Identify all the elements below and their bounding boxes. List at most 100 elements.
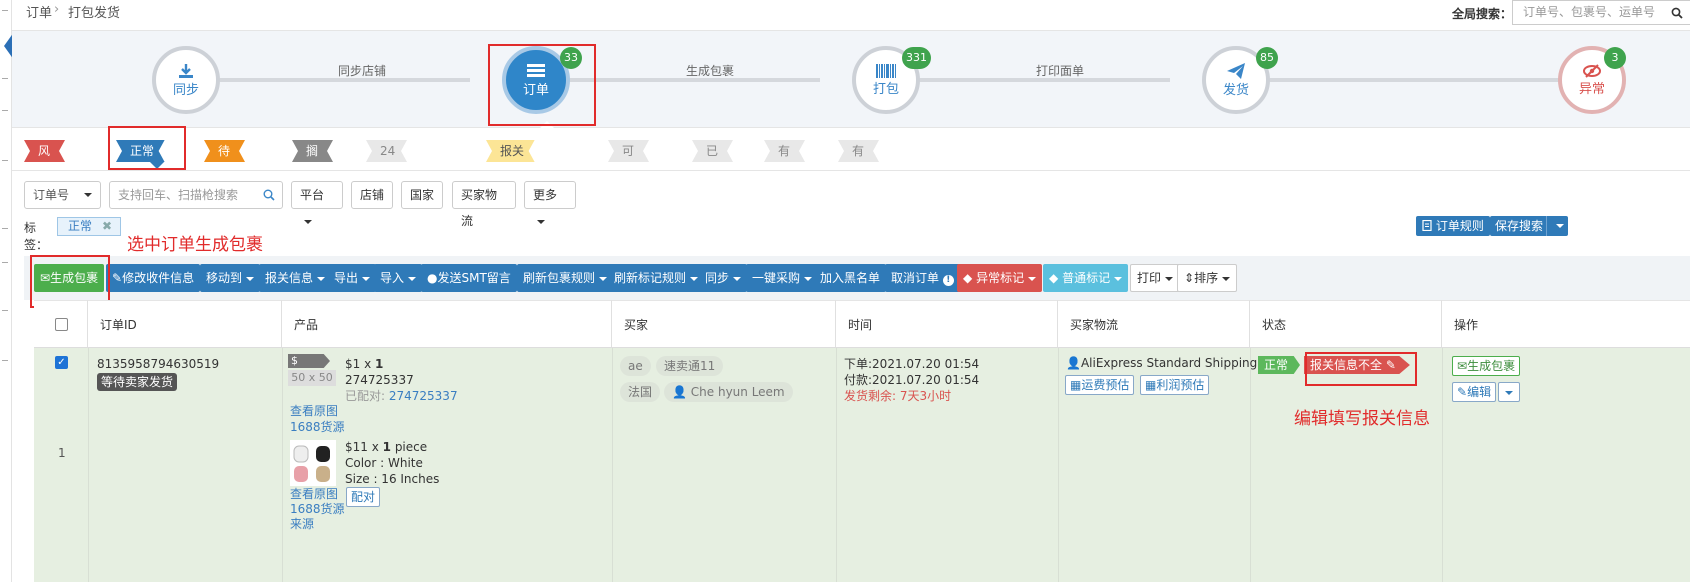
order-rules-button[interactable]: 订单规则	[1416, 216, 1490, 236]
row-index: 1	[58, 446, 66, 460]
qty-price: $1 x	[345, 357, 375, 371]
tag-icon: ◆	[1049, 271, 1059, 285]
highlight-box-customs	[1305, 352, 1417, 386]
toolbar-label: 排序	[1194, 271, 1219, 285]
search-button[interactable]	[1663, 0, 1690, 25]
calculator-icon: ▦	[1070, 378, 1082, 392]
save-search-dropdown[interactable]	[1546, 216, 1568, 236]
view-image-link[interactable]: 查看原图	[290, 486, 338, 502]
search-input[interactable]: 支持回车、扫描枪搜索	[109, 181, 283, 209]
platform-dropdown[interactable]: 平台	[291, 181, 343, 224]
tag-customs-incomplete[interactable]: 报关信息不全 (16)	[486, 140, 535, 162]
chevron-down-icon	[1114, 276, 1123, 281]
price-label: $ 15.85	[288, 354, 330, 368]
chevron-down-icon	[1505, 390, 1513, 395]
row-generate-package-button[interactable]: ✉生成包裹	[1452, 356, 1521, 376]
tag-has-message[interactable]: 有留言 (0)	[764, 140, 805, 162]
one-click-purchase-dropdown[interactable]: 一键采购	[746, 264, 819, 292]
order-field-value: 订单号	[33, 188, 70, 202]
country-label: 国家	[410, 188, 435, 202]
edit-icon: ✎	[112, 271, 123, 285]
step-badge: 3	[1604, 47, 1626, 69]
flow-connector	[1258, 78, 1560, 82]
toolbar-label: 打印	[1137, 271, 1162, 285]
freight-estimate-label: 运费预估	[1081, 378, 1130, 392]
view-image-link[interactable]: 查看原图	[290, 403, 338, 419]
label-chip[interactable]: 正常 ✖	[57, 217, 121, 236]
sync-dropdown[interactable]: 同步	[699, 264, 748, 292]
sidebar-tick	[2, 10, 8, 11]
print-dropdown[interactable]: 打印	[1130, 264, 1181, 292]
row-edit-dropdown[interactable]	[1498, 382, 1520, 402]
send-smt-message-button[interactable]: ●发送SMT留言	[421, 264, 517, 292]
flow-link-print-label[interactable]: 打印面单	[1036, 62, 1084, 79]
product-thumbnail[interactable]: 50 x 50	[288, 370, 336, 386]
tag-pending-confirm[interactable]: 待确认 (0)	[204, 140, 245, 162]
exception-mark-dropdown[interactable]: ◆ 异常标记	[957, 264, 1043, 292]
highlight-box-orders	[488, 44, 596, 126]
chevron-down-icon	[84, 193, 92, 197]
sidebar-tick	[2, 160, 8, 161]
chevron-down-icon	[537, 219, 545, 224]
breadcrumb-root[interactable]: 订单	[26, 2, 52, 21]
country-button[interactable]: 国家	[401, 181, 443, 209]
freight-estimate-button[interactable]: ▦运费预估	[1065, 375, 1135, 395]
source-1688-link[interactable]: 1688货源	[290, 419, 345, 435]
chevron-down-icon	[690, 276, 699, 281]
export-dropdown[interactable]: 导出	[328, 264, 377, 292]
row-edit-button[interactable]: ✎编辑	[1452, 382, 1497, 402]
tag-merged[interactable]: 已合并 (0)	[692, 140, 733, 162]
paired-sku-link[interactable]: 274725337	[389, 389, 458, 403]
edit-recipient-button[interactable]: ✎修改收件信息	[106, 264, 201, 292]
tag-24h-pending-ship[interactable]: 24小时待发货 (0)	[366, 140, 407, 162]
sidebar-tick	[2, 110, 8, 111]
step-label: 打包	[872, 81, 899, 97]
customs-info-dropdown[interactable]: 报关信息	[259, 264, 332, 292]
more-dropdown[interactable]: 更多	[524, 181, 576, 224]
search-icon	[1671, 7, 1683, 19]
tag-risk-control[interactable]: 风控中 (0)	[24, 140, 65, 162]
shop-button[interactable]: 店铺	[351, 181, 393, 209]
refresh-package-rules-dropdown[interactable]: 刷新包裹规则	[517, 264, 614, 292]
normal-mark-dropdown[interactable]: ◆ 普通标记	[1043, 264, 1129, 292]
profit-estimate-button[interactable]: ▦利润预估	[1140, 375, 1210, 395]
refresh-mark-rules-dropdown[interactable]: 刷新标记规则	[608, 264, 705, 292]
variant-color: Color : White	[345, 456, 423, 470]
select-all-checkbox[interactable]	[55, 318, 68, 331]
move-to-dropdown[interactable]: 移动到	[200, 264, 261, 292]
step-sync[interactable]: 同步	[152, 46, 220, 114]
header-actions: 操作	[1442, 300, 1690, 348]
sort-dropdown[interactable]: ⇕排序	[1177, 264, 1238, 292]
add-blacklist-button[interactable]: 加入黑名单	[814, 264, 887, 292]
backpack-image[interactable]	[290, 440, 336, 486]
row-checkbox[interactable]: ✓	[55, 356, 68, 369]
col-divider	[612, 348, 613, 582]
toolbar-label: 导入	[380, 271, 405, 285]
col-divider	[88, 348, 89, 582]
step-badge: 85	[1256, 47, 1278, 69]
logistics-name: 👤AliExpress Standard Shipping	[1066, 356, 1257, 370]
close-icon[interactable]: ✖	[102, 218, 112, 235]
source-link[interactable]: 来源	[290, 516, 314, 532]
save-search-button[interactable]: 保存搜索	[1490, 216, 1549, 236]
more-label: 更多	[533, 188, 558, 202]
tag-on-hold[interactable]: 搁置 (1)	[292, 140, 333, 162]
tag-mergeable[interactable]: 可合并 (0)	[608, 140, 649, 162]
left-sidebar-strip	[0, 0, 12, 582]
label-title: 标签：	[24, 221, 49, 252]
paid-time: 付款:2021.07.20 01:54	[844, 373, 980, 387]
col-divider	[1442, 348, 1443, 582]
flow-link-sync-shop[interactable]: 同步店铺	[338, 62, 386, 79]
order-field-select[interactable]: 订单号	[24, 181, 101, 209]
import-dropdown[interactable]: 导入	[374, 264, 423, 292]
cancel-order-button[interactable]: 取消订单 !	[885, 264, 960, 292]
pair-button[interactable]: 配对	[346, 487, 381, 507]
buyer-logistics-button[interactable]: 买家物流	[452, 181, 516, 228]
barcode-icon	[876, 63, 896, 78]
flow-link-generate-package[interactable]: 生成包裹	[686, 62, 734, 79]
chevron-down-icon	[1555, 223, 1564, 228]
chevron-down-icon	[1028, 276, 1037, 281]
tag-has-site-message[interactable]: 有站内信 (0)	[838, 140, 879, 162]
order-id[interactable]: 8135958794630519	[97, 357, 219, 371]
source-1688-link[interactable]: 1688货源	[290, 501, 345, 517]
